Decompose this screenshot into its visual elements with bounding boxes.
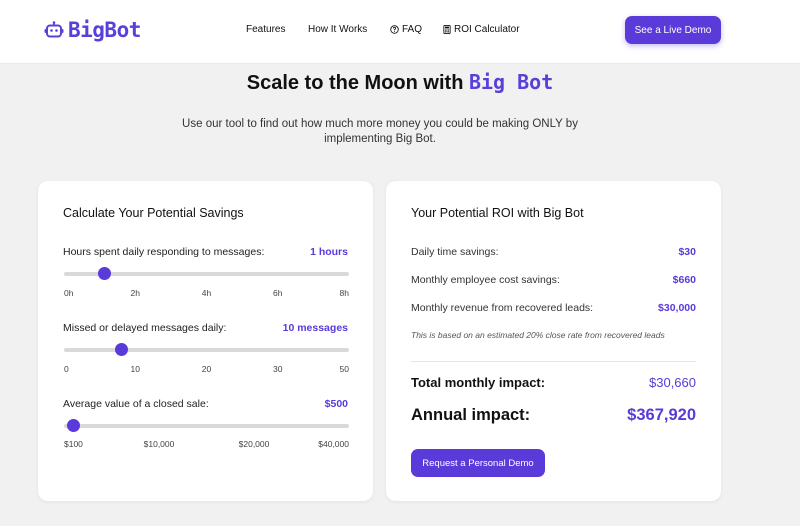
slider-tick-label: 20: [201, 364, 212, 374]
nav-link-label: Features: [246, 24, 286, 35]
slider-tick-label: $20,000: [238, 439, 270, 449]
calculator-title: Calculate Your Potential Savings: [63, 206, 244, 220]
monthly-revenue-label: Monthly revenue from recovered leads:: [411, 302, 594, 314]
request-personal-demo-button[interactable]: Request a Personal Demo: [411, 449, 545, 477]
sale-value-slider-value: $500: [324, 398, 348, 410]
slider-tick-label: $40,000: [318, 439, 349, 449]
top-navbar: BigBot Features How It Works FAQ ROI Cal…: [0, 0, 800, 64]
savings-calculator-card: Calculate Your Potential Savings Hours s…: [38, 181, 373, 501]
total-monthly-impact-label: Total monthly impact:: [411, 375, 546, 390]
slider-tick-label: 0h: [64, 288, 74, 298]
sale-value-slider-label: Average value of a closed sale:: [63, 398, 209, 410]
sale-value-slider[interactable]: [64, 419, 349, 432]
slider-tick-label: $10,000: [143, 439, 175, 449]
nav-link-roi-calculator[interactable]: ROI Calculator: [443, 24, 520, 35]
slider-tick-label: 6h: [273, 288, 283, 298]
daily-time-savings-value: $30: [678, 246, 696, 258]
monthly-revenue-value: $30,000: [658, 302, 696, 314]
slider-tick-label: 0: [64, 364, 69, 374]
hours-slider[interactable]: [64, 267, 349, 280]
slider-tick-label: 50: [339, 364, 349, 374]
slider-tick-label: 10: [130, 364, 140, 374]
missed-messages-slider-thumb[interactable]: [115, 343, 128, 356]
slider-tick-label: 8h: [339, 288, 349, 298]
missed-messages-slider-value: 10 messages: [282, 322, 348, 334]
see-live-demo-button[interactable]: See a Live Demo: [625, 16, 721, 44]
total-monthly-impact-value: $30,660: [649, 375, 696, 390]
missed-messages-slider[interactable]: [64, 343, 349, 356]
nav-link-label: ROI Calculator: [454, 24, 520, 35]
nav-link-label: FAQ: [402, 24, 423, 35]
page-subtitle: Use our tool to find out how much more m…: [182, 118, 578, 145]
nav-link-features[interactable]: Features: [246, 24, 285, 35]
missed-messages-slider-label: Missed or delayed messages daily:: [63, 322, 227, 334]
divider: [411, 361, 696, 362]
question-circle-icon: [390, 25, 399, 34]
slider-tick-label: $100: [64, 439, 83, 449]
roi-results-card: Your Potential ROI with Big Bot Daily ti…: [386, 181, 721, 501]
hours-slider-value: 1 hours: [310, 246, 348, 258]
roi-title: Your Potential ROI with Big Bot: [411, 206, 584, 220]
slider-tick-label: 4h: [201, 288, 212, 298]
slider-tick-label: 2h: [130, 288, 140, 298]
title-prefix: Scale to the Moon with: [246, 72, 464, 94]
slider-tick-label: 30: [273, 364, 283, 374]
annual-impact-label: Annual impact:: [411, 406, 531, 424]
sale-value-slider-thumb[interactable]: [66, 419, 80, 432]
nav-link-how-it-works[interactable]: How It Works: [308, 24, 367, 35]
page-title: Scale to the Moon with Big Bot: [20, 70, 780, 95]
hours-slider-thumb[interactable]: [97, 267, 111, 280]
monthly-cost-savings-label: Monthly employee cost savings:: [411, 274, 560, 286]
annual-impact-value: $367,920: [627, 406, 696, 424]
close-rate-note: This is based on an estimated 20% close …: [411, 330, 665, 340]
title-brand: Big Bot: [468, 70, 554, 94]
hours-slider-label: Hours spent daily responding to messages…: [63, 246, 265, 258]
nav-link-label: How It Works: [308, 24, 368, 35]
monthly-cost-savings-value: $660: [672, 274, 696, 286]
daily-time-savings-label: Daily time savings:: [411, 246, 499, 258]
calculator-icon: [443, 25, 451, 34]
nav-link-faq[interactable]: FAQ: [390, 24, 422, 35]
